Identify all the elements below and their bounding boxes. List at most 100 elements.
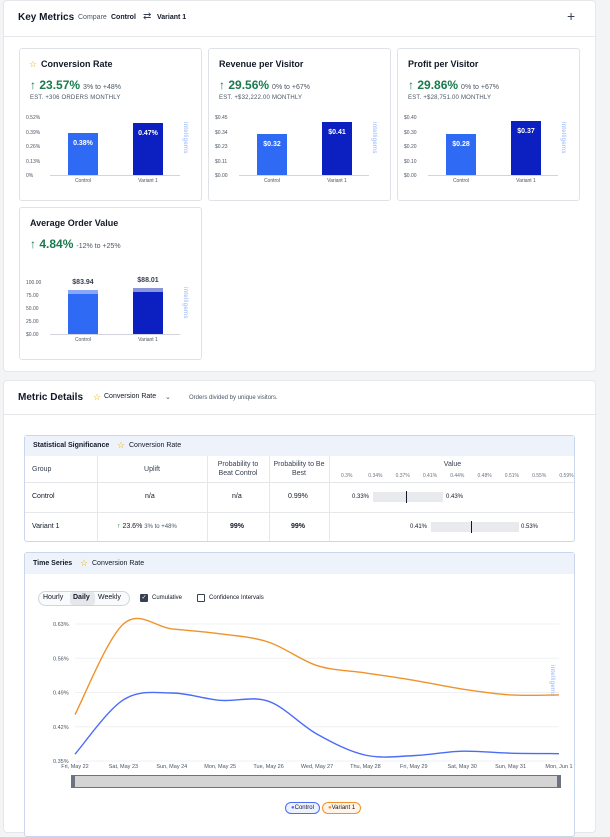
details-title: Metric Details (18, 392, 84, 403)
up-arrow-icon: ↑ (408, 78, 414, 92)
x-axis-line (50, 334, 180, 335)
bar-variant-1[interactable]: $0.41 (322, 122, 352, 175)
ci-point (471, 521, 472, 533)
uplift-range: 3% to +48% (83, 84, 121, 91)
x-tick-label: Sat, May 30 (448, 764, 477, 770)
series-line-control[interactable] (74, 691, 560, 758)
bar-control[interactable]: 0.38% (68, 132, 98, 175)
metric-card-revenue-per-visitor[interactable]: Revenue per Visitor ↑ 29.56% 0% to +67% E… (208, 48, 391, 201)
uplift-value: ↑ 29.86% 0% to +67% (408, 78, 499, 92)
tab-weekly[interactable]: Weekly (98, 594, 121, 601)
stat-sig-title: Statistical Significance (33, 442, 110, 449)
col-divider (329, 456, 330, 541)
col-header-group: Group (32, 466, 52, 473)
y-tick-label: $0.11 (215, 158, 228, 165)
x-category-label: Control (263, 178, 281, 184)
time-series-chart: 0.63%0.56%0.49%0.42%0.35%Fri, May 22 Sat,… (53, 617, 573, 770)
up-arrow-icon: ↑ (117, 523, 121, 530)
row-uplift: ↑ 23.6% 3% to +48% (117, 523, 177, 530)
col-header-prob-beat: Probability to Beat Control (217, 461, 259, 477)
col-divider (269, 456, 270, 541)
row-prob-best: 0.99% (288, 493, 308, 500)
bar-value-label: 0.38% (73, 139, 93, 147)
range-handle-left[interactable] (71, 775, 75, 788)
bar-variant-1[interactable]: 0.47% (133, 122, 163, 175)
x-tick-label: Mon, Jun 1 (545, 764, 572, 770)
time-series-metric: Conversion Rate (92, 560, 145, 567)
bar-control[interactable]: $0.28 (446, 134, 476, 175)
y-tick-label: 0.26% (26, 144, 41, 150)
uplift-range: 0% to +67% (461, 84, 499, 91)
y-tick-label: $0.00 (215, 173, 228, 179)
row-divider (25, 512, 574, 513)
metric-card-average-order-value[interactable]: Average Order Value ↑ 4.84% -12% to +25% … (19, 207, 202, 360)
legend-variant-1[interactable]: ●Variant 1 (322, 802, 362, 814)
ci-low: 0.33% (352, 494, 370, 500)
tab-daily[interactable]: Daily (73, 594, 90, 601)
row-group: Control (32, 493, 55, 500)
metric-description: Orders divided by unique visitors. (189, 395, 278, 401)
ci-bar (373, 492, 443, 502)
control-select[interactable]: Control (111, 14, 136, 21)
ci-high: 0.53% (521, 524, 539, 530)
value-tick-label: 0.55% (532, 473, 547, 479)
range-handle-right[interactable] (557, 775, 561, 788)
up-arrow-icon: ↑ (219, 78, 225, 92)
row-uplift: n/a (145, 493, 155, 500)
chevron-down-icon[interactable]: ⌄ (165, 393, 171, 401)
bar-variant-1[interactable] (133, 288, 163, 334)
col-divider (97, 456, 98, 541)
bar-value-label: $0.28 (452, 141, 470, 149)
y-tick-label: $0.00 (26, 332, 39, 338)
col-divider (207, 456, 208, 541)
value-tick-label: 0.44% (450, 473, 465, 479)
x-tick-label: Mon, May 25 (204, 764, 236, 770)
y-tick-label: 75.00 (26, 293, 39, 299)
x-tick-label: Wed, May 27 (301, 764, 333, 770)
y-tick-label: $0.00 (404, 173, 417, 179)
uplift-range: 0% to +67% (272, 84, 310, 91)
star-icon[interactable]: ☆ (29, 59, 37, 70)
metric-card-conversion-rate[interactable]: ☆ Conversion Rate ↑ 23.57% 3% to +48% EST… (19, 48, 202, 201)
metric-select[interactable]: Conversion Rate (104, 393, 156, 400)
bar-value-label: 0.47% (138, 129, 158, 137)
watermark-logo: intelligems (549, 665, 555, 697)
range-slider[interactable] (73, 775, 559, 788)
value-tick-label: 0.59% (559, 473, 574, 479)
watermark-logo: intelligems (182, 287, 188, 319)
row-prob-best: 99% (291, 523, 306, 530)
x-category-label: Variant 1 (138, 178, 158, 184)
tab-hourly[interactable]: Hourly (43, 594, 63, 601)
bar-value-label: $83.94 (72, 279, 94, 287)
watermark-logo: intelligems (371, 122, 377, 154)
swap-arrows-icon[interactable]: ⇄ (143, 11, 151, 22)
estimate-text: EST. +$32,222.00 MONTHLY (219, 95, 303, 101)
y-tick-label: $0.40 (404, 115, 417, 121)
x-axis-line (239, 175, 369, 176)
uplift-value: ↑ 29.56% 0% to +67% (219, 78, 310, 92)
confidence-intervals-checkbox[interactable] (197, 594, 205, 602)
col-header-value: Value (443, 461, 462, 468)
header-divider (4, 36, 595, 37)
legend-control[interactable]: ●Control (285, 802, 320, 814)
bar-control[interactable]: $0.32 (257, 133, 287, 175)
variant-select[interactable]: Variant 1 (157, 14, 186, 21)
bar-value-label: $0.37 (517, 128, 535, 136)
bar-variant-1[interactable]: $0.37 (511, 121, 541, 175)
metric-card-profit-per-visitor[interactable]: Profit per Visitor ↑ 29.86% 0% to +67% ES… (397, 48, 580, 201)
y-tick-label: 0% (26, 173, 34, 179)
plus-icon[interactable]: + (567, 8, 575, 24)
stat-sig-metric: Conversion Rate (129, 442, 182, 449)
series-line-variant-1[interactable] (74, 617, 560, 715)
bar-value-label: $88.01 (137, 277, 159, 285)
ci-bar (431, 522, 519, 532)
row-group: Variant 1 (32, 523, 60, 530)
time-series-title: Time Series (33, 560, 73, 567)
ci-high: 0.43% (446, 494, 464, 500)
y-tick-label: 0.56% (53, 656, 69, 662)
cumulative-checkbox[interactable]: ✓ (140, 594, 148, 602)
star-icon[interactable]: ☆ (93, 392, 101, 403)
bar-control[interactable] (68, 290, 98, 334)
up-arrow-icon: ↑ (30, 78, 36, 92)
x-axis-line (428, 175, 558, 176)
